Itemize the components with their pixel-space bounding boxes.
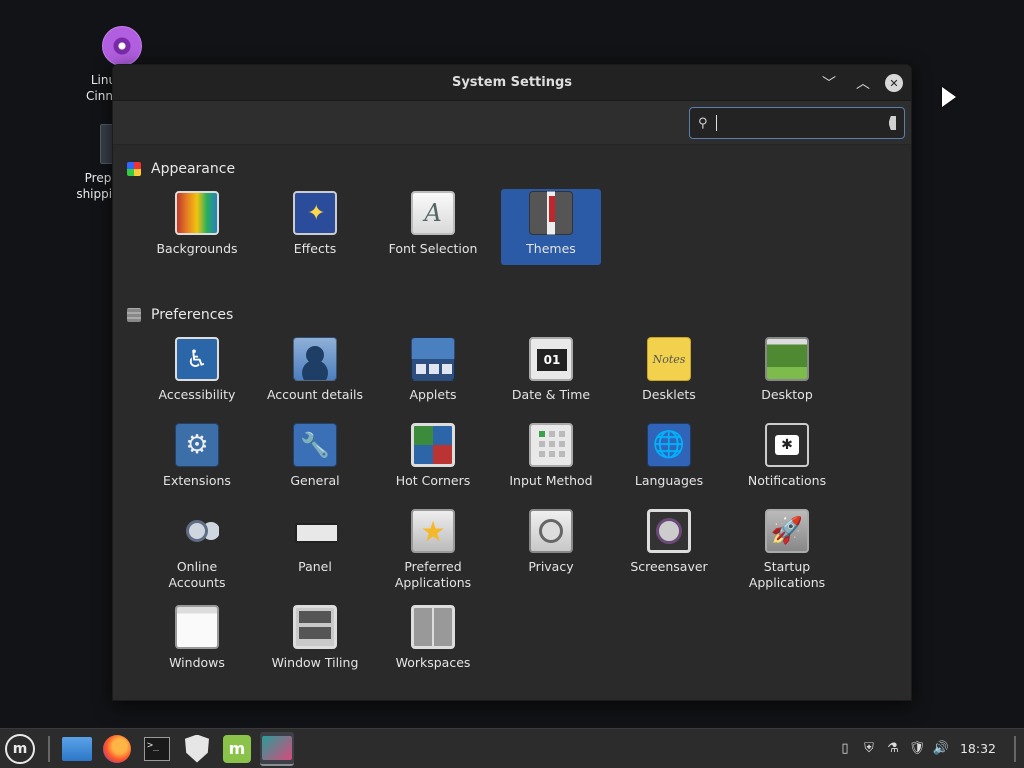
settings-item-workspaces[interactable]: Workspaces <box>383 603 483 679</box>
mint-logo-icon: m <box>5 733 35 764</box>
settings-item-effects[interactable]: Effects <box>265 189 365 265</box>
system-settings-window: System Settings ﹀ ︿ ✕ ⚲ Appearance Backg… <box>112 64 912 701</box>
settings-item-window-tiling[interactable]: Window Tiling <box>265 603 365 679</box>
close-icon: ✕ <box>889 76 899 90</box>
mint-menu-button[interactable]: m <box>2 731 38 767</box>
settings-item-hot-corners[interactable]: Hot Corners <box>383 421 483 497</box>
preferences-section-icon <box>127 308 141 322</box>
shield-update-icon[interactable]: ⛨ <box>862 741 876 757</box>
settings-item-online-accounts[interactable]: Online Accounts <box>147 507 247 593</box>
chevron-up-icon: ︿ <box>856 76 870 92</box>
mint-welcome-launcher[interactable]: m <box>220 732 254 766</box>
system-settings-task[interactable] <box>260 731 294 766</box>
maximize-button[interactable]: ︿ <box>851 71 875 95</box>
mint-icon: m <box>223 734 251 763</box>
preferences-grid: ♿ Accessibility Account details Applets … <box>127 335 897 689</box>
chevron-down-icon: ﹀ <box>822 76 836 92</box>
files-launcher[interactable] <box>60 732 94 766</box>
search-input[interactable] <box>715 115 889 131</box>
settings-item-input-method[interactable]: Input Method <box>501 421 601 497</box>
desktop-icon <box>765 337 809 381</box>
applets-icon <box>411 337 455 381</box>
firefox-icon <box>103 734 131 763</box>
taskbar-separator <box>48 735 50 762</box>
clock[interactable]: 18:32 <box>960 741 996 756</box>
section-title: Preferences <box>151 307 234 323</box>
settings-item-applets[interactable]: Applets <box>383 335 483 411</box>
settings-item-extensions[interactable]: ⚙ Extensions <box>147 421 247 497</box>
mouse-cursor-icon <box>942 87 956 107</box>
window-tiling-icon <box>293 605 337 649</box>
settings-item-font-selection[interactable]: A Font Selection <box>383 189 483 265</box>
calendar-icon <box>529 337 573 381</box>
wrench-icon: 🔧 <box>293 423 337 467</box>
keyboard-icon <box>529 423 573 467</box>
close-button[interactable]: ✕ <box>885 74 903 92</box>
gear-icon: ⚙ <box>175 423 219 467</box>
window-toolbar: ⚲ <box>113 101 911 145</box>
settings-item-panel[interactable]: Panel <box>265 507 365 593</box>
themes-suit-icon <box>529 191 573 235</box>
globe-icon: 🌐 <box>647 423 691 467</box>
online-accounts-icon <box>175 509 219 553</box>
appearance-section-icon <box>127 162 141 176</box>
window-title: System Settings <box>451 75 573 90</box>
terminal-icon: >_ <box>144 736 170 761</box>
security-shield-icon[interactable]: 🛡 <box>909 741 926 757</box>
settings-item-desklets[interactable]: Notes Desklets <box>619 335 719 411</box>
privacy-icon <box>529 509 573 553</box>
backgrounds-icon <box>175 191 219 235</box>
settings-item-privacy[interactable]: Privacy <box>501 507 601 593</box>
settings-item-languages[interactable]: 🌐 Languages <box>619 421 719 497</box>
settings-item-windows[interactable]: Windows <box>147 603 247 679</box>
settings-item-preferred-applications[interactable]: ★ Preferred Applications <box>383 507 483 593</box>
settings-app-icon <box>262 735 292 760</box>
search-icon: ⚲ <box>698 115 708 131</box>
settings-item-account-details[interactable]: Account details <box>265 335 365 411</box>
rocket-icon: 🚀 <box>765 509 809 553</box>
notification-icon <box>765 423 809 467</box>
update-manager-launcher[interactable] <box>180 732 214 766</box>
flask-icon[interactable]: ⚗ <box>886 741 900 757</box>
window-icon <box>175 605 219 649</box>
settings-item-screensaver[interactable]: Screensaver <box>619 507 719 593</box>
sticky-note-icon: Notes <box>647 337 691 381</box>
workspaces-icon <box>411 605 455 649</box>
settings-item-accessibility[interactable]: ♿ Accessibility <box>147 335 247 411</box>
settings-item-date-time[interactable]: Date & Time <box>501 335 601 411</box>
section-title: Appearance <box>151 161 236 177</box>
window-titlebar[interactable]: System Settings ﹀ ︿ ✕ <box>113 65 911 101</box>
font-icon: A <box>411 191 455 235</box>
disc-icon <box>102 26 142 66</box>
show-desktop-button[interactable] <box>1014 735 1016 762</box>
user-icon <box>293 337 337 381</box>
lock-icon <box>647 509 691 553</box>
panel-icon <box>293 509 337 553</box>
settings-item-notifications[interactable]: Notifications <box>737 421 837 497</box>
shield-icon <box>185 734 209 763</box>
settings-item-desktop[interactable]: Desktop <box>737 335 837 411</box>
clipboard-icon[interactable]: ▯ <box>838 741 852 757</box>
settings-item-startup-applications[interactable]: 🚀 Startup Applications <box>737 507 837 593</box>
clear-search-icon[interactable] <box>888 116 896 130</box>
firefox-launcher[interactable] <box>100 732 134 766</box>
terminal-launcher[interactable]: >_ <box>140 732 174 766</box>
folder-icon <box>62 736 92 761</box>
taskbar: m >_ m ▯ ⛨ ⚗ 🛡 🔊 18:32 <box>0 728 1024 768</box>
volume-icon[interactable]: 🔊 <box>933 741 949 757</box>
settings-item-themes[interactable]: Themes <box>501 189 601 265</box>
hot-corners-icon <box>411 423 455 467</box>
section-preferences-header: Preferences <box>127 303 897 327</box>
minimize-button[interactable]: ﹀ <box>817 71 841 95</box>
star-icon: ★ <box>411 509 455 553</box>
system-tray: ▯ ⛨ ⚗ 🛡 🔊 18:32 <box>838 735 1024 762</box>
settings-content: Appearance Backgrounds Effects A Font Se… <box>113 145 911 700</box>
search-box[interactable]: ⚲ <box>689 107 905 139</box>
effects-icon <box>293 191 337 235</box>
appearance-grid: Backgrounds Effects A Font Selection The… <box>127 189 897 275</box>
settings-item-backgrounds[interactable]: Backgrounds <box>147 189 247 265</box>
accessibility-icon: ♿ <box>175 337 219 381</box>
section-appearance-header: Appearance <box>127 157 897 181</box>
settings-item-general[interactable]: 🔧 General <box>265 421 365 497</box>
